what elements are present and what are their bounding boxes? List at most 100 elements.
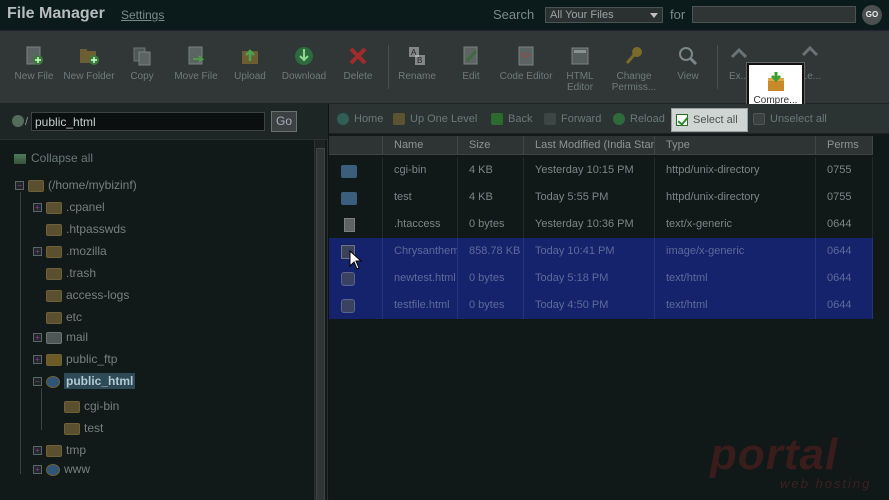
table-row-selected[interactable]: testfile.html 0 bytes Today 4:50 PM text… (329, 292, 873, 319)
forward-button[interactable]: Forward (544, 113, 601, 126)
file-modified: Yesterday 10:15 PM (524, 157, 655, 184)
settings-link[interactable]: Settings (121, 8, 164, 22)
code-editor-button[interactable]: <> Code Editor (499, 45, 553, 82)
reload-button[interactable]: Reload (613, 113, 665, 126)
search-scope-value: All Your Files (550, 9, 614, 21)
back-label: Back (508, 113, 533, 125)
new-file-button[interactable]: New File (7, 45, 61, 82)
file-name: .htaccess (383, 211, 458, 238)
column-name[interactable]: Name (383, 136, 458, 155)
up-level-icon (393, 113, 405, 126)
scrollbar-thumb[interactable] (316, 148, 325, 500)
search-scope-select[interactable]: All Your Files (545, 7, 663, 23)
tree-item-mail[interactable]: + mail (33, 330, 88, 348)
tree-item-test[interactable]: test (64, 421, 103, 439)
tree-scrollbar[interactable] (314, 140, 325, 500)
unselect-checkbox-icon (753, 113, 765, 126)
navigation-bar: Home Up One Level Back Forward Reload Un… (329, 104, 889, 134)
tree-item-cgi-bin[interactable]: cgi-bin (64, 399, 119, 417)
path-go-button[interactable]: Go (271, 111, 297, 132)
column-perms[interactable]: Perms (816, 136, 873, 155)
search-input[interactable] (692, 6, 856, 23)
column-type[interactable]: Type (655, 136, 816, 155)
tree-item-htpasswds[interactable]: .htpasswds (46, 222, 126, 240)
tree-item-public-ftp[interactable]: + public_ftp (33, 352, 117, 370)
tree-item-www[interactable]: + www (33, 462, 90, 480)
back-button[interactable]: Back (491, 113, 533, 126)
select-all-button[interactable]: Select all (671, 108, 748, 132)
tree-item-label: .cpanel (66, 200, 105, 214)
html-editor-button[interactable]: HTML Editor (553, 45, 607, 93)
copy-label: Copy (130, 71, 154, 82)
tree-item-access-logs[interactable]: access-logs (46, 288, 129, 306)
html-editor-icon (571, 47, 589, 65)
tree-item-label: mail (66, 330, 89, 344)
folder-icon (64, 400, 80, 413)
edit-button[interactable]: Edit (444, 45, 498, 82)
move-file-button[interactable]: Move File (169, 45, 223, 82)
search-label: Search (493, 7, 535, 22)
file-perms: 0755 (816, 184, 873, 211)
up-one-level-button[interactable]: Up One Level (393, 113, 478, 126)
delete-label: Delete (343, 71, 373, 82)
file-table-header: Name Size Last Modified (India Standard)… (329, 136, 873, 155)
tree-item-label: public_ftp (66, 352, 118, 366)
copy-button[interactable]: Copy (115, 45, 169, 82)
tree-item-home[interactable]: − (/home/mybizinf) (15, 178, 137, 196)
tree-item-public-html[interactable]: − public_html (33, 373, 136, 392)
change-permissions-button[interactable]: Change Permiss... (607, 45, 661, 93)
globe-folder-icon (46, 463, 60, 476)
view-label: View (677, 71, 699, 82)
change-permissions-label: Change Permiss... (611, 71, 657, 93)
reload-label: Reload (630, 113, 665, 125)
mouse-pointer-icon (349, 250, 363, 270)
delete-icon (349, 47, 367, 65)
new-file-icon (26, 46, 43, 65)
file-perms: 0644 (816, 238, 873, 265)
download-label: Download (281, 71, 327, 82)
table-row-selected[interactable]: newtest.html 0 bytes Today 5:18 PM text/… (329, 265, 873, 292)
tree-item-tmp[interactable]: + tmp (33, 443, 86, 461)
tree-guide-line (41, 388, 42, 430)
download-button[interactable]: Download (277, 45, 331, 82)
toolbar-divider (388, 45, 389, 89)
file-perms: 0755 (816, 157, 873, 184)
delete-button[interactable]: Delete (331, 45, 385, 82)
file-modified: Yesterday 10:36 PM (524, 211, 655, 238)
tree-item-label: .trash (66, 266, 97, 280)
app-title: File Manager (7, 5, 105, 22)
rename-label: Rename (398, 71, 436, 82)
table-row[interactable]: test 4 KB Today 5:55 PM httpd/unix-direc… (329, 184, 873, 211)
file-manager-window: File Manager Settings Search All Your Fi… (0, 0, 889, 500)
tree-item-mozilla[interactable]: + .mozilla (33, 244, 107, 262)
folder-icon (46, 444, 62, 457)
code-editor-icon: <> (518, 46, 534, 66)
path-input[interactable]: public_html (31, 112, 265, 131)
view-button[interactable]: View (661, 45, 715, 82)
tree-item-trash[interactable]: .trash (46, 266, 96, 284)
unselect-all-button[interactable]: Unselect all (753, 113, 827, 126)
upload-button[interactable]: Upload (223, 45, 277, 82)
view-icon (679, 47, 698, 66)
tree-item-cpanel[interactable]: + .cpanel (33, 200, 105, 218)
home-button[interactable]: Home (337, 113, 383, 126)
ftp-folder-icon (46, 353, 62, 366)
table-row-selected[interactable]: Chrysanthem 858.78 KB Today 10:41 PM ima… (329, 238, 873, 265)
table-row[interactable]: cgi-bin 4 KB Yesterday 10:15 PM httpd/un… (329, 157, 873, 184)
tree-item-etc[interactable]: etc (46, 310, 82, 328)
column-last-modified[interactable]: Last Modified (India Standard) (524, 136, 655, 155)
search-go-button[interactable]: GO (862, 5, 882, 25)
html-file-icon (341, 272, 355, 286)
compress-button[interactable]: Compre... (747, 63, 804, 110)
column-size[interactable]: Size (458, 136, 524, 155)
up-one-level-label: Up One Level (410, 113, 478, 125)
compress-icon (767, 72, 784, 91)
folder-icon (46, 245, 62, 258)
tree-item-label: tmp (66, 443, 87, 457)
edit-icon (463, 46, 478, 65)
collapse-all-link[interactable]: Collapse all (14, 151, 93, 165)
select-all-label: Select all (693, 114, 738, 126)
rename-button[interactable]: AB Rename (390, 45, 444, 82)
new-folder-button[interactable]: New Folder (62, 45, 116, 82)
table-row[interactable]: .htaccess 0 bytes Yesterday 10:36 PM tex… (329, 211, 873, 238)
